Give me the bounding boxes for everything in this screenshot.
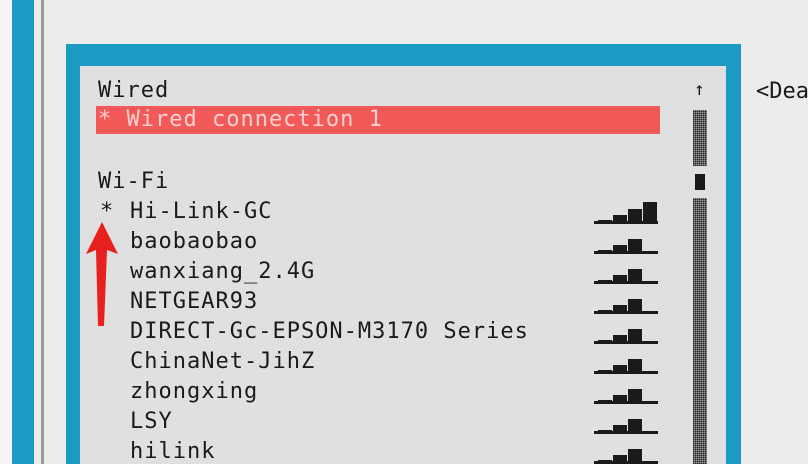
left-strip	[0, 0, 12, 464]
signal-strength-icon	[594, 239, 658, 254]
left-accent-bar	[12, 0, 34, 464]
scrollbar-track-lower[interactable]	[693, 198, 707, 464]
wifi-section-header: Wi-Fi	[98, 169, 170, 194]
scrollbar-track-upper[interactable]	[693, 110, 707, 166]
wifi-network-item[interactable]: DIRECT-Gc-EPSON-M3170 Series	[130, 318, 529, 346]
wifi-network-item[interactable]: LSY	[130, 408, 173, 436]
scrollbar-thumb[interactable]	[695, 174, 705, 190]
wired-section-header: Wired	[98, 78, 170, 103]
wifi-network-item[interactable]: wanxiang_2.4G	[130, 258, 315, 286]
signal-strength-icon	[594, 449, 658, 464]
red-annotation-arrow-icon	[86, 222, 118, 326]
signal-strength-icon	[594, 299, 658, 314]
signal-strength-icon	[594, 359, 658, 374]
wifi-network-item[interactable]: baobaobao	[130, 228, 258, 256]
signal-strength-icon	[594, 419, 658, 434]
wired-connection-label[interactable]: * Wired connection 1	[98, 106, 383, 134]
wifi-network-item[interactable]: NETGEAR93	[130, 288, 258, 316]
wifi-network-item[interactable]: hilink	[130, 438, 215, 464]
scroll-up-arrow-icon[interactable]: ↑	[694, 80, 705, 100]
deactivate-button[interactable]: <Dea	[756, 78, 808, 106]
wifi-network-item[interactable]: Hi-Link-GC	[130, 198, 272, 226]
terminal-window: Wired * Wired connection 1 Wi-Fi * Hi-Li…	[0, 0, 808, 464]
signal-strength-icon	[594, 329, 658, 344]
signal-strength-icon	[594, 269, 658, 284]
signal-strength-icon	[594, 389, 658, 404]
left-divider	[41, 0, 44, 464]
wifi-network-item[interactable]: ChinaNet-JihZ	[130, 348, 315, 376]
wifi-network-item[interactable]: zhongxing	[130, 378, 258, 406]
signal-strength-icon	[594, 202, 658, 224]
